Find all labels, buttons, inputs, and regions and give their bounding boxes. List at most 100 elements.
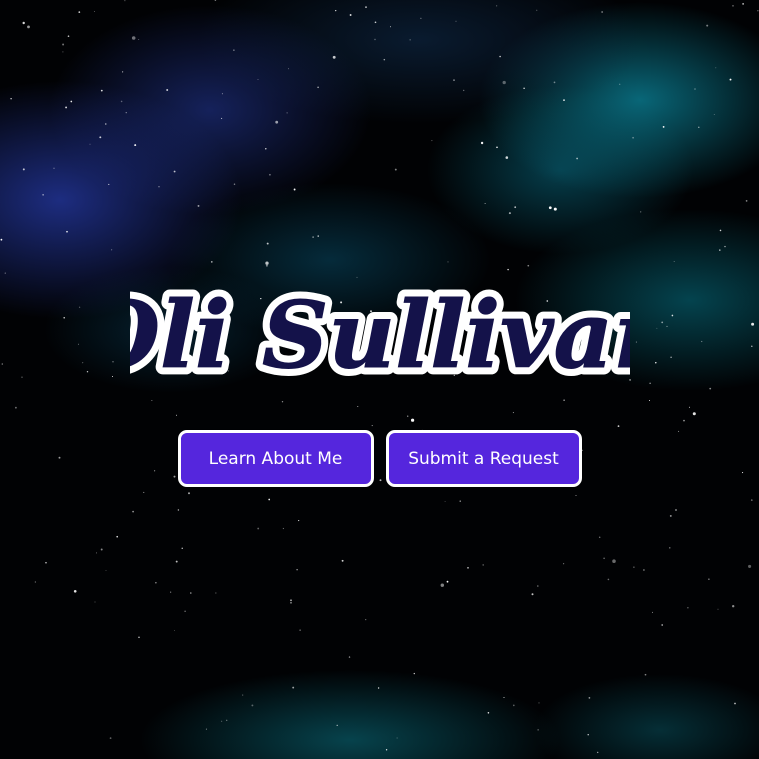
star bbox=[45, 562, 47, 564]
star bbox=[170, 591, 172, 593]
star bbox=[576, 157, 578, 160]
space-background: Oli Sullivan Oli Sullivan Learn About Me… bbox=[0, 0, 759, 759]
star bbox=[296, 569, 298, 571]
star bbox=[197, 204, 200, 207]
star bbox=[652, 611, 654, 613]
star bbox=[499, 55, 501, 58]
star bbox=[62, 51, 64, 53]
submit-request-button[interactable]: Submit a Request bbox=[385, 430, 582, 487]
learn-about-me-button[interactable]: Learn About Me bbox=[177, 430, 374, 487]
star bbox=[66, 230, 68, 233]
star bbox=[505, 156, 509, 159]
star bbox=[188, 492, 190, 495]
star bbox=[266, 242, 269, 245]
star bbox=[374, 38, 376, 41]
star bbox=[508, 212, 511, 215]
star bbox=[431, 140, 433, 142]
star bbox=[633, 566, 635, 568]
star bbox=[440, 583, 445, 587]
star bbox=[706, 24, 709, 27]
star bbox=[332, 55, 336, 59]
star bbox=[65, 106, 68, 109]
star bbox=[601, 11, 603, 13]
star bbox=[463, 89, 465, 92]
star bbox=[138, 39, 140, 40]
star bbox=[669, 547, 671, 549]
star bbox=[290, 599, 292, 602]
star bbox=[484, 202, 486, 204]
star bbox=[124, 0, 126, 2]
star bbox=[717, 608, 719, 610]
star bbox=[257, 527, 260, 530]
star bbox=[22, 168, 25, 171]
star bbox=[275, 120, 279, 124]
star bbox=[292, 686, 295, 689]
star bbox=[598, 536, 601, 538]
star bbox=[536, 585, 539, 587]
star bbox=[138, 636, 140, 639]
star bbox=[190, 592, 192, 594]
star bbox=[459, 500, 461, 502]
star bbox=[389, 26, 392, 28]
star bbox=[661, 624, 664, 626]
star bbox=[588, 697, 591, 699]
star bbox=[173, 629, 175, 631]
star bbox=[62, 43, 65, 46]
star bbox=[96, 552, 98, 554]
star bbox=[10, 98, 12, 100]
star bbox=[642, 569, 645, 571]
star bbox=[317, 86, 319, 89]
star bbox=[251, 704, 254, 707]
star bbox=[221, 720, 223, 722]
star bbox=[134, 144, 137, 147]
star bbox=[742, 3, 744, 5]
star bbox=[181, 547, 183, 549]
star bbox=[215, 592, 217, 594]
star bbox=[683, 419, 685, 422]
star bbox=[502, 80, 506, 85]
star bbox=[548, 206, 552, 210]
star bbox=[732, 605, 735, 608]
star bbox=[166, 89, 169, 91]
star bbox=[411, 418, 415, 422]
star bbox=[455, 20, 457, 22]
star bbox=[111, 249, 113, 251]
star bbox=[27, 25, 30, 29]
star bbox=[173, 170, 176, 173]
star bbox=[335, 9, 337, 12]
star bbox=[619, 83, 621, 85]
star bbox=[487, 712, 490, 714]
star bbox=[385, 749, 388, 751]
star bbox=[383, 58, 386, 61]
star bbox=[0, 238, 3, 241]
star bbox=[632, 136, 634, 139]
star bbox=[708, 578, 710, 580]
star bbox=[715, 67, 717, 69]
star bbox=[538, 702, 540, 704]
star bbox=[482, 564, 485, 566]
star bbox=[536, 9, 538, 11]
star bbox=[67, 35, 70, 38]
star bbox=[496, 146, 498, 149]
star bbox=[269, 173, 271, 176]
hero: Oli Sullivan Oli Sullivan bbox=[0, 262, 759, 412]
star bbox=[93, 11, 95, 13]
star bbox=[757, 10, 759, 12]
star bbox=[669, 514, 672, 517]
star bbox=[553, 81, 556, 84]
star bbox=[396, 737, 398, 739]
star bbox=[348, 656, 351, 658]
site-logo: Oli Sullivan Oli Sullivan bbox=[130, 274, 630, 397]
star bbox=[371, 425, 373, 427]
star bbox=[158, 186, 160, 188]
star bbox=[692, 412, 696, 416]
star bbox=[89, 143, 91, 145]
star bbox=[734, 702, 736, 705]
star bbox=[732, 5, 734, 7]
star bbox=[94, 601, 96, 603]
star bbox=[413, 672, 415, 675]
star bbox=[221, 93, 223, 95]
star bbox=[675, 509, 677, 511]
star bbox=[205, 728, 207, 730]
star bbox=[617, 425, 620, 427]
